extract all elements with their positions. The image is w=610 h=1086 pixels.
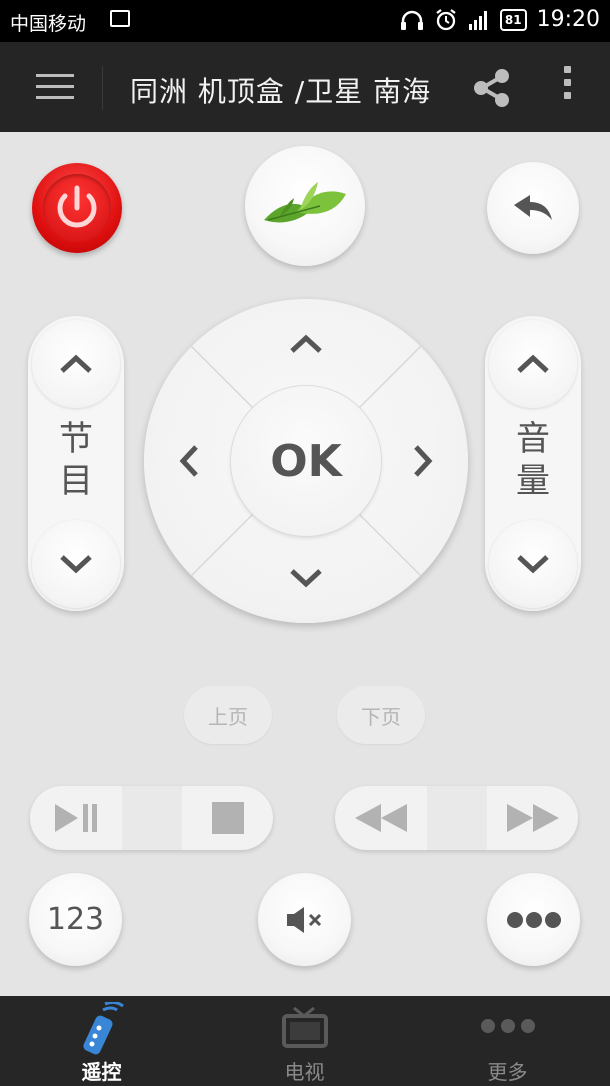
volume-up-button[interactable] bbox=[489, 320, 577, 408]
status-bar: 中国移动 81 19:20 bbox=[0, 0, 610, 42]
page-up-button[interactable]: 上页 bbox=[184, 686, 272, 744]
leaf-logo-icon bbox=[264, 182, 346, 223]
three-dots-icon bbox=[506, 911, 561, 928]
carrier-name: 中国移动 bbox=[10, 13, 87, 35]
playback-bar bbox=[30, 786, 273, 850]
dpad-up-button[interactable] bbox=[256, 309, 356, 379]
ok-button[interactable]: OK bbox=[231, 386, 381, 536]
rewind-button[interactable] bbox=[335, 786, 427, 850]
app-bar: 同洲 机顶盒 /卫星 南海 bbox=[0, 42, 610, 132]
seek-spacer bbox=[427, 786, 487, 850]
fast-forward-button[interactable] bbox=[487, 786, 578, 850]
signal-icon bbox=[468, 10, 487, 30]
dpad-down-button[interactable] bbox=[256, 543, 356, 613]
more-dots-icon bbox=[480, 1019, 535, 1033]
channel-down-button[interactable] bbox=[32, 520, 120, 608]
battery-indicator: 81 bbox=[499, 8, 527, 31]
number-pad-button[interactable]: 123 bbox=[29, 873, 122, 966]
appbar-divider bbox=[102, 66, 103, 110]
dpad-left-button[interactable] bbox=[154, 411, 224, 511]
playback-spacer bbox=[122, 786, 182, 850]
overflow-menu-icon[interactable] bbox=[562, 66, 572, 110]
chevron-up-icon bbox=[290, 334, 322, 353]
headphones-icon bbox=[400, 10, 423, 30]
alarm-icon bbox=[436, 8, 456, 30]
dpad-right-button[interactable] bbox=[388, 411, 458, 511]
power-button[interactable] bbox=[32, 163, 122, 253]
chevron-down-icon bbox=[517, 555, 549, 574]
dpad: OK bbox=[144, 299, 468, 623]
chevron-left-icon bbox=[179, 445, 198, 477]
menu-icon[interactable] bbox=[36, 74, 74, 100]
share-icon[interactable] bbox=[470, 66, 514, 110]
mute-button[interactable] bbox=[258, 873, 351, 966]
tab-more[interactable]: 更多 bbox=[406, 996, 609, 1086]
channel-label: 节 目 bbox=[59, 419, 93, 501]
chevron-up-icon bbox=[60, 354, 92, 373]
play-pause-button[interactable] bbox=[30, 786, 122, 850]
stop-button[interactable] bbox=[182, 786, 273, 850]
tab-remote[interactable]: 遥控 bbox=[0, 996, 203, 1086]
tab-label: 更多 bbox=[487, 1060, 528, 1084]
fast-forward-icon bbox=[506, 804, 559, 832]
chevron-up-icon bbox=[517, 354, 549, 373]
seek-bar bbox=[335, 786, 578, 850]
tab-label: 遥控 bbox=[81, 1060, 122, 1084]
tab-tv[interactable]: 电视 bbox=[203, 996, 406, 1086]
chevron-down-icon bbox=[290, 569, 322, 588]
home-logo-button[interactable] bbox=[245, 146, 365, 266]
remote-icon bbox=[82, 1002, 124, 1055]
more-options-button[interactable] bbox=[487, 873, 580, 966]
play-pause-icon bbox=[55, 804, 97, 832]
channel-control: 节 目 bbox=[28, 316, 124, 611]
stop-icon bbox=[211, 802, 244, 834]
back-arrow-icon bbox=[514, 195, 552, 220]
tab-label: 电视 bbox=[284, 1060, 325, 1084]
chevron-right-icon bbox=[414, 445, 433, 477]
channel-up-button[interactable] bbox=[32, 320, 120, 408]
bottom-tab-bar: 遥控 电视 更多 bbox=[0, 996, 610, 1086]
back-button[interactable] bbox=[487, 162, 579, 254]
tv-icon bbox=[281, 1006, 328, 1048]
image-notification-icon bbox=[110, 10, 130, 27]
volume-down-button[interactable] bbox=[489, 520, 577, 608]
volume-label: 音 量 bbox=[516, 419, 550, 501]
volume-control: 音 量 bbox=[485, 316, 581, 611]
page-down-button[interactable]: 下页 bbox=[337, 686, 425, 744]
clock: 19:20 bbox=[536, 7, 600, 32]
rewind-icon bbox=[355, 804, 407, 832]
chevron-down-icon bbox=[60, 555, 92, 574]
power-icon bbox=[57, 185, 97, 228]
page-title: 同洲 机顶盒 /卫星 南海 bbox=[130, 75, 432, 108]
mute-icon bbox=[286, 906, 321, 933]
